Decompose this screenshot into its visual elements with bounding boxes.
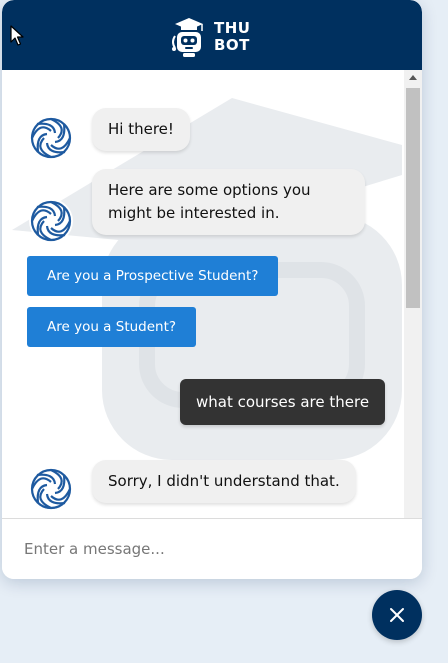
message-composer [2,518,422,579]
bot-message-bubble: Here are some options you might be inter… [92,169,365,235]
chat-window: THU BOT Hi there! Here are some options … [2,0,422,579]
bot-avatar-icon [29,116,73,160]
scrollbar-thumb[interactable] [406,88,420,308]
bot-message-bubble: Sorry, I didn't understand that. [92,460,356,503]
bot-message-bubble: Hi there! [92,108,190,151]
robot-logo-icon [172,18,203,57]
user-message-bubble: what courses are there [180,379,386,425]
message-scrollbar[interactable] [404,70,422,518]
quick-reply-prospective-student-button[interactable]: Are you a Prospective Student? [27,256,279,296]
brand-name-line1: THU [214,19,251,37]
bot-avatar-icon [29,199,73,243]
bot-avatar-icon [29,467,73,511]
quick-reply-student-button[interactable]: Are you a Student? [27,307,197,347]
message-list[interactable]: Hi there! Here are some options you migh… [2,70,422,518]
brand-name: THU BOT [214,20,250,54]
brand-logo: THU BOT [170,16,250,58]
close-icon [390,608,404,622]
close-chat-button[interactable] [372,590,422,640]
brand-name-line2: BOT [214,36,250,54]
chat-header: THU BOT [2,0,422,70]
message-input[interactable] [22,533,406,565]
scroll-up-arrow-icon[interactable] [404,70,422,86]
mouse-pointer-icon [10,25,24,46]
